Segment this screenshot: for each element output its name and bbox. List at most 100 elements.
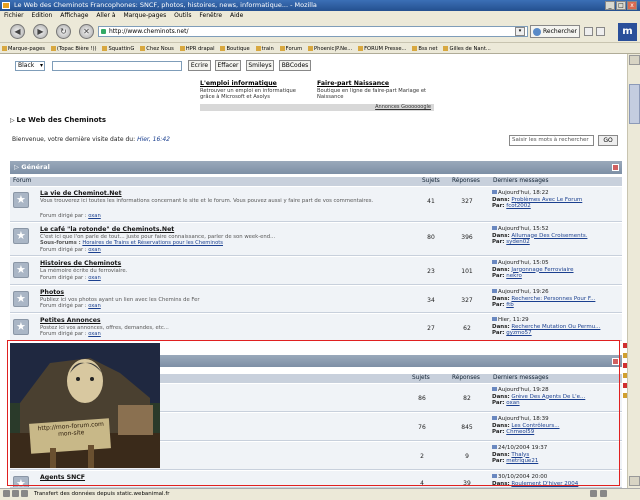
bookmark-icon <box>358 46 364 51</box>
ad-title[interactable]: Faire-part Naissance <box>317 80 432 87</box>
bookmarks-toolbar: Marque-pages (Topac Bière !)) SquattinG … <box>0 43 640 54</box>
last-post-author[interactable]: metrique21 <box>506 458 538 464</box>
minimize-button[interactable]: _ <box>605 1 615 10</box>
url-dropdown-icon[interactable]: ▾ <box>515 27 525 36</box>
go-button[interactable]: GO <box>598 135 618 146</box>
forum-name-link[interactable]: Agents SNCF <box>40 474 85 481</box>
status-icon[interactable] <box>600 490 607 497</box>
url-bar[interactable]: http://www.cheminots.net/ <box>98 26 528 37</box>
forum-name-link[interactable]: Petites Annonces <box>40 317 101 324</box>
maximize-button[interactable]: □ <box>616 1 626 10</box>
toolbar-extra-icon[interactable] <box>596 27 605 36</box>
window-title: Le Web des Cheminots Francophones: SNCF,… <box>14 1 317 9</box>
ad-block[interactable]: L'emploi informatique Retrouver un emplo… <box>200 80 310 100</box>
forum-star-icon <box>13 476 29 487</box>
reply-count: 62 <box>463 325 471 332</box>
print-icon[interactable] <box>584 27 593 36</box>
reload-icon[interactable]: ↻ <box>56 24 71 39</box>
last-post-author[interactable]: oxan <box>506 400 519 406</box>
vertical-scrollbar[interactable] <box>627 54 640 488</box>
last-post-author[interactable]: gyzmo57 <box>506 330 531 336</box>
menu-file[interactable]: Fichier <box>4 12 24 19</box>
last-post-author[interactable]: nekro <box>506 273 522 279</box>
scroll-down-icon[interactable] <box>629 476 640 486</box>
collapse-icon[interactable] <box>612 358 619 365</box>
bookmark-item[interactable]: Bss net <box>412 44 438 53</box>
last-post-author[interactable]: Chmeol59 <box>506 429 534 435</box>
bookmark-item[interactable]: Forum <box>279 44 302 53</box>
moderator-link[interactable]: oxan <box>88 247 101 253</box>
subforum-link[interactable]: Horaires de Trains et Réservations pour … <box>82 240 223 246</box>
menu-window[interactable]: Fenêtre <box>199 12 222 19</box>
last-post-link[interactable]: Jargonnage Ferroviaire <box>511 267 573 273</box>
security-lock-icon[interactable] <box>590 490 597 497</box>
close-button[interactable]: x <box>627 1 637 10</box>
last-post-link[interactable]: Grève Des Agents De L'e... <box>511 394 585 400</box>
bookmark-item[interactable]: HPR drapal <box>179 44 215 53</box>
bookmark-item[interactable]: Marque-pages <box>2 44 45 53</box>
ad-title[interactable]: L'emploi informatique <box>200 80 310 87</box>
status-icon[interactable] <box>21 490 28 497</box>
ads-label[interactable]: Annonces Goooooogle <box>200 104 434 111</box>
last-post-link[interactable]: Thalys <box>511 452 529 458</box>
last-post-link[interactable]: Recherche: Personnes Pour F... <box>511 296 595 302</box>
last-post-link[interactable]: Recherche Mutation Ou Permu... <box>511 324 600 330</box>
last-post-author[interactable]: ftb <box>506 302 514 308</box>
bookmark-item[interactable]: (Topac Bière !)) <box>50 44 97 53</box>
menu-bookmarks[interactable]: Marque-pages <box>123 12 166 19</box>
last-post-author[interactable]: fcot2002 <box>506 203 530 209</box>
collapse-icon[interactable] <box>612 164 619 171</box>
last-post-link[interactable]: Les Contrôleurs... <box>511 423 559 429</box>
bookmark-item[interactable]: Boutique <box>220 44 250 53</box>
bookmark-item[interactable]: Phoenic|P.Ne... <box>308 44 352 53</box>
forum-row: La vie de Cheminot.Net Vous trouverez ic… <box>10 187 622 222</box>
last-post-link[interactable]: Allumage Des Croisements. <box>511 233 587 239</box>
message-input[interactable] <box>52 61 182 71</box>
forum-description: La mémoire écrite du ferroviaire. <box>40 268 128 274</box>
last-post-author[interactable]: syden02 <box>506 239 529 245</box>
menu-go[interactable]: Aller à <box>96 12 115 19</box>
bookmark-item[interactable]: Chez Nous <box>140 44 174 53</box>
moderator-link[interactable]: oxan <box>88 331 101 337</box>
forum-search-input[interactable]: Saisir les mots à rechercher <box>509 135 594 146</box>
menu-view[interactable]: Affichage <box>60 12 88 19</box>
last-post-link[interactable]: Roulement D'hiver 2004 <box>511 481 578 487</box>
forum-name-link[interactable]: La vie de Cheminot.Net <box>40 190 122 197</box>
message-icon <box>492 190 497 194</box>
site-title[interactable]: Le Web des Cheminots <box>10 116 107 124</box>
status-icon[interactable] <box>3 490 10 497</box>
bbcodes-button[interactable]: BBCodes <box>279 60 311 71</box>
menu-edit[interactable]: Edition <box>32 12 53 19</box>
forum-name-link[interactable]: Le café "la rotonde" de Cheminots.Net <box>40 226 174 233</box>
moderator-link[interactable]: oxan <box>88 213 101 219</box>
status-icon[interactable] <box>12 490 19 497</box>
status-text: Transfert des données depuis static.weba… <box>34 491 170 497</box>
moderator-link[interactable]: oxan <box>88 275 101 281</box>
forum-name-link[interactable]: Histoires de Cheminots <box>40 260 121 267</box>
scroll-thumb[interactable] <box>629 84 640 124</box>
bookmark-icon <box>412 46 418 51</box>
search-button[interactable]: Rechercher <box>530 25 580 38</box>
forward-icon[interactable]: ▶ <box>33 24 48 39</box>
moderator-link[interactable]: oxan <box>88 303 101 309</box>
bookmark-item[interactable]: SquattinG <box>102 44 134 53</box>
menu-tools[interactable]: Outils <box>174 12 191 19</box>
mozilla-app-icon <box>2 2 10 9</box>
smileys-button[interactable]: Smileys <box>246 60 274 71</box>
message-icon <box>492 317 497 321</box>
scroll-up-icon[interactable] <box>629 55 640 65</box>
forum-name-link[interactable]: Photos <box>40 289 64 296</box>
clear-button[interactable]: Effacer <box>215 60 241 71</box>
stop-icon[interactable]: ✕ <box>79 24 94 39</box>
font-color-select[interactable]: Black <box>15 61 45 71</box>
search-icon <box>533 28 541 36</box>
back-icon[interactable]: ◀ <box>10 24 25 39</box>
bookmark-item[interactable]: FORUM Presse... <box>358 44 406 53</box>
bookmark-item[interactable]: train <box>255 44 274 53</box>
menu-help[interactable]: Aide <box>230 12 243 19</box>
last-post-link[interactable]: Problèmes Avec Le Forum <box>511 197 582 203</box>
ad-block[interactable]: Faire-part Naissance Boutique en ligne d… <box>317 80 432 100</box>
video-overlay-image[interactable]: http://mon-forum.com mon-site <box>10 343 160 468</box>
write-button[interactable]: Ecrire <box>188 60 211 71</box>
bookmark-item[interactable]: Gilles de Nant... <box>443 44 491 53</box>
